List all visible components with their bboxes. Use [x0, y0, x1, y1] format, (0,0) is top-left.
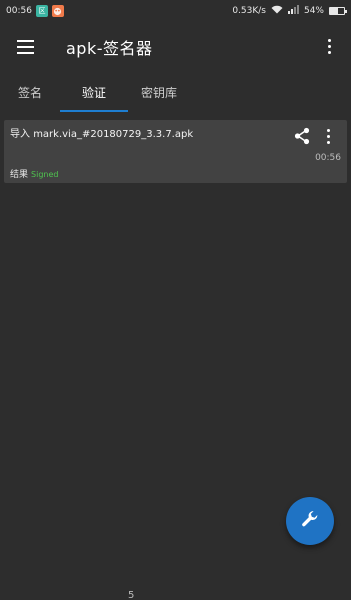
- notification-app-icon: 区: [35, 5, 48, 17]
- card-result: 结果 Signed: [10, 167, 58, 180]
- verify-result-card[interactable]: 导入 mark.via_#20180729_3.3.7.apk 00:56 结果…: [4, 120, 347, 183]
- app-title: apk-签名器: [66, 39, 153, 58]
- menu-icon[interactable]: [2, 24, 48, 70]
- battery-percent: 54%: [303, 6, 324, 16]
- tab-keystore[interactable]: 密钥库: [128, 72, 190, 112]
- wrench-icon: [300, 509, 320, 533]
- tab-bar: 签名 验证 密钥库: [0, 72, 351, 112]
- app-bar: apk-签名器: [0, 22, 351, 72]
- net-speed: 0.53K/s: [232, 6, 266, 16]
- wrench-fab-button[interactable]: [286, 497, 334, 545]
- battery-icon: [329, 7, 347, 15]
- tab-verify[interactable]: 验证: [60, 72, 128, 112]
- result-status: Signed: [31, 170, 59, 179]
- tab-sign[interactable]: 签名: [0, 72, 60, 112]
- bottom-text: 5: [128, 590, 135, 600]
- card-time: 00:56: [315, 153, 341, 163]
- result-label: 结果: [10, 170, 29, 180]
- notification-palette-icon: [51, 5, 64, 17]
- status-time: 00:56: [6, 6, 32, 16]
- share-icon[interactable]: [293, 127, 311, 145]
- card-overflow-icon[interactable]: [323, 128, 333, 144]
- card-title: 导入 mark.via_#20180729_3.3.7.apk: [10, 125, 193, 140]
- signal-icon: [287, 5, 299, 17]
- wifi-icon: [271, 5, 283, 17]
- card-filename: mark.via_#20180729_3.3.7.apk: [33, 129, 194, 140]
- overflow-menu-icon[interactable]: [317, 34, 341, 58]
- card-prefix: 导入: [10, 129, 30, 140]
- status-bar: 00:56 区 0.53K/s 54%: [0, 0, 351, 22]
